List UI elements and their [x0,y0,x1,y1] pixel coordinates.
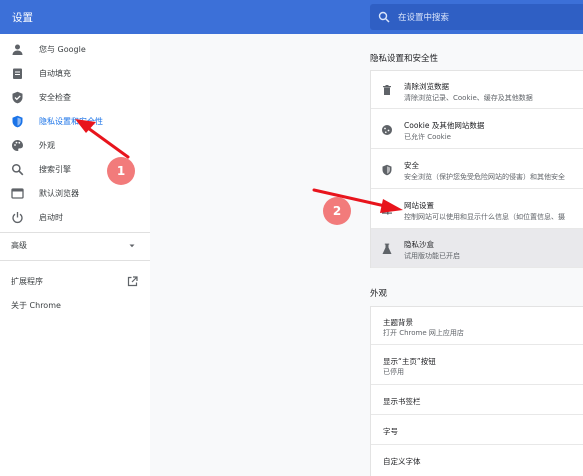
privacy-card: 清除浏览数据 清除浏览记录、Cookie、缓存及其他数据 Cookie 及其他网… [370,70,583,268]
divider [0,260,150,261]
sidebar-item-label: 搜索引擎 [39,165,71,174]
palette-icon [12,140,23,151]
top-bar: 设置 在设置中搜索 [0,0,583,34]
row-subtitle: 试用版功能已开启 [404,252,460,260]
cookie-icon [382,125,392,135]
sidebar-item-label: 安全检查 [39,93,71,102]
sidebar-item-label: 隐私设置和安全性 [39,117,103,126]
sidebar-item-label: 默认浏览器 [39,189,79,198]
row-subtitle: 控制网站可以使用和显示什么信息（如位置信息、摄 [404,213,565,221]
sidebar-item-label: 外观 [39,141,55,150]
browser-icon [11,188,24,199]
search-input[interactable]: 在设置中搜索 [398,11,449,23]
row-title: 主题背景 [383,318,413,327]
person-icon [12,44,23,55]
sidebar-item-autofill[interactable]: 自动填充 [0,62,150,86]
annotation-badge-2: 2 [323,197,351,225]
clear-browsing-data-row[interactable]: 清除浏览数据 清除浏览记录、Cookie、缓存及其他数据 [371,71,583,109]
sidebar-item-label: 自动填充 [39,69,71,78]
row-subtitle: 打开 Chrome 网上应用店 [383,329,464,337]
shield-check-icon [12,91,23,104]
sidebar-item-label: 您与 Google [39,45,86,54]
power-icon [12,212,23,224]
search-icon [378,11,390,23]
clipboard-icon [13,68,22,79]
divider [0,232,150,233]
row-subtitle: 已允许 Cookie [404,133,451,141]
cookies-row[interactable]: Cookie 及其他网站数据 已允许 Cookie [371,109,583,149]
row-title: 字号 [383,427,398,436]
sidebar-item-you-and-google[interactable]: 您与 Google [0,38,150,62]
shield-icon [382,164,392,176]
sidebar-item-privacy-security[interactable]: 隐私设置和安全性 [0,110,150,134]
site-settings-row[interactable]: 网站设置 控制网站可以使用和显示什么信息（如位置信息、摄 [371,189,583,229]
row-subtitle: 安全浏览（保护您免受危险网站的侵害）和其他安全 [404,173,565,181]
external-link-icon [127,276,138,287]
chevron-down-icon [129,244,135,248]
row-title: 显示“主页”按钮 [383,357,436,366]
row-subtitle: 清除浏览记录、Cookie、缓存及其他数据 [404,94,533,102]
sidebar: 您与 Google 自动填充 安全检查 隐私设置和安全性 外观 搜索引擎 默认浏… [0,34,150,476]
trash-icon [383,85,391,95]
row-title: 安全 [404,161,419,170]
row-subtitle: 已停用 [383,368,404,376]
sidebar-about-chrome[interactable]: 关于 Chrome [0,294,150,318]
sidebar-item-label: 启动时 [39,213,63,222]
shield-icon [12,115,23,128]
flask-icon [382,243,392,254]
sidebar-advanced[interactable]: 高级 [0,234,150,258]
row-title: 显示书签栏 [383,397,421,406]
privacy-sandbox-row[interactable]: 隐私沙盒 试用版功能已开启 [371,229,583,268]
appearance-card: 主题背景 打开 Chrome 网上应用店 显示“主页”按钮 已停用 显示书签栏 … [370,306,583,476]
annotation-badge-1: 1 [107,157,135,185]
page-title: 设置 [12,12,33,24]
privacy-section-title: 隐私设置和安全性 [370,54,439,64]
sidebar-advanced-label: 高级 [11,241,27,250]
row-title: Cookie 及其他网站数据 [404,121,485,130]
sidebar-extensions-label: 扩展程序 [11,277,43,286]
search-icon [11,163,24,176]
sliders-icon [382,205,392,215]
sidebar-extensions[interactable]: 扩展程序 [0,270,150,294]
theme-row[interactable]: 主题背景 打开 Chrome 网上应用店 [371,307,583,345]
search-box[interactable]: 在设置中搜索 [370,4,583,30]
font-size-row[interactable]: 字号 [371,415,583,445]
sidebar-about-label: 关于 Chrome [11,301,61,310]
row-title: 网站设置 [404,201,434,210]
home-button-row[interactable]: 显示“主页”按钮 已停用 [371,345,583,385]
sidebar-item-safety-check[interactable]: 安全检查 [0,86,150,110]
row-title: 自定义字体 [383,457,421,466]
sidebar-item-appearance[interactable]: 外观 [0,134,150,158]
custom-fonts-row[interactable]: 自定义字体 [371,445,583,476]
appearance-section-title: 外观 [370,289,388,299]
sidebar-item-default-browser[interactable]: 默认浏览器 [0,182,150,206]
row-title: 清除浏览数据 [404,82,449,91]
security-row[interactable]: 安全 安全浏览（保护您免受危险网站的侵害）和其他安全 [371,149,583,189]
row-title: 隐私沙盒 [404,240,434,249]
sidebar-item-on-startup[interactable]: 启动时 [0,206,150,230]
bookmarks-bar-row[interactable]: 显示书签栏 [371,385,583,415]
